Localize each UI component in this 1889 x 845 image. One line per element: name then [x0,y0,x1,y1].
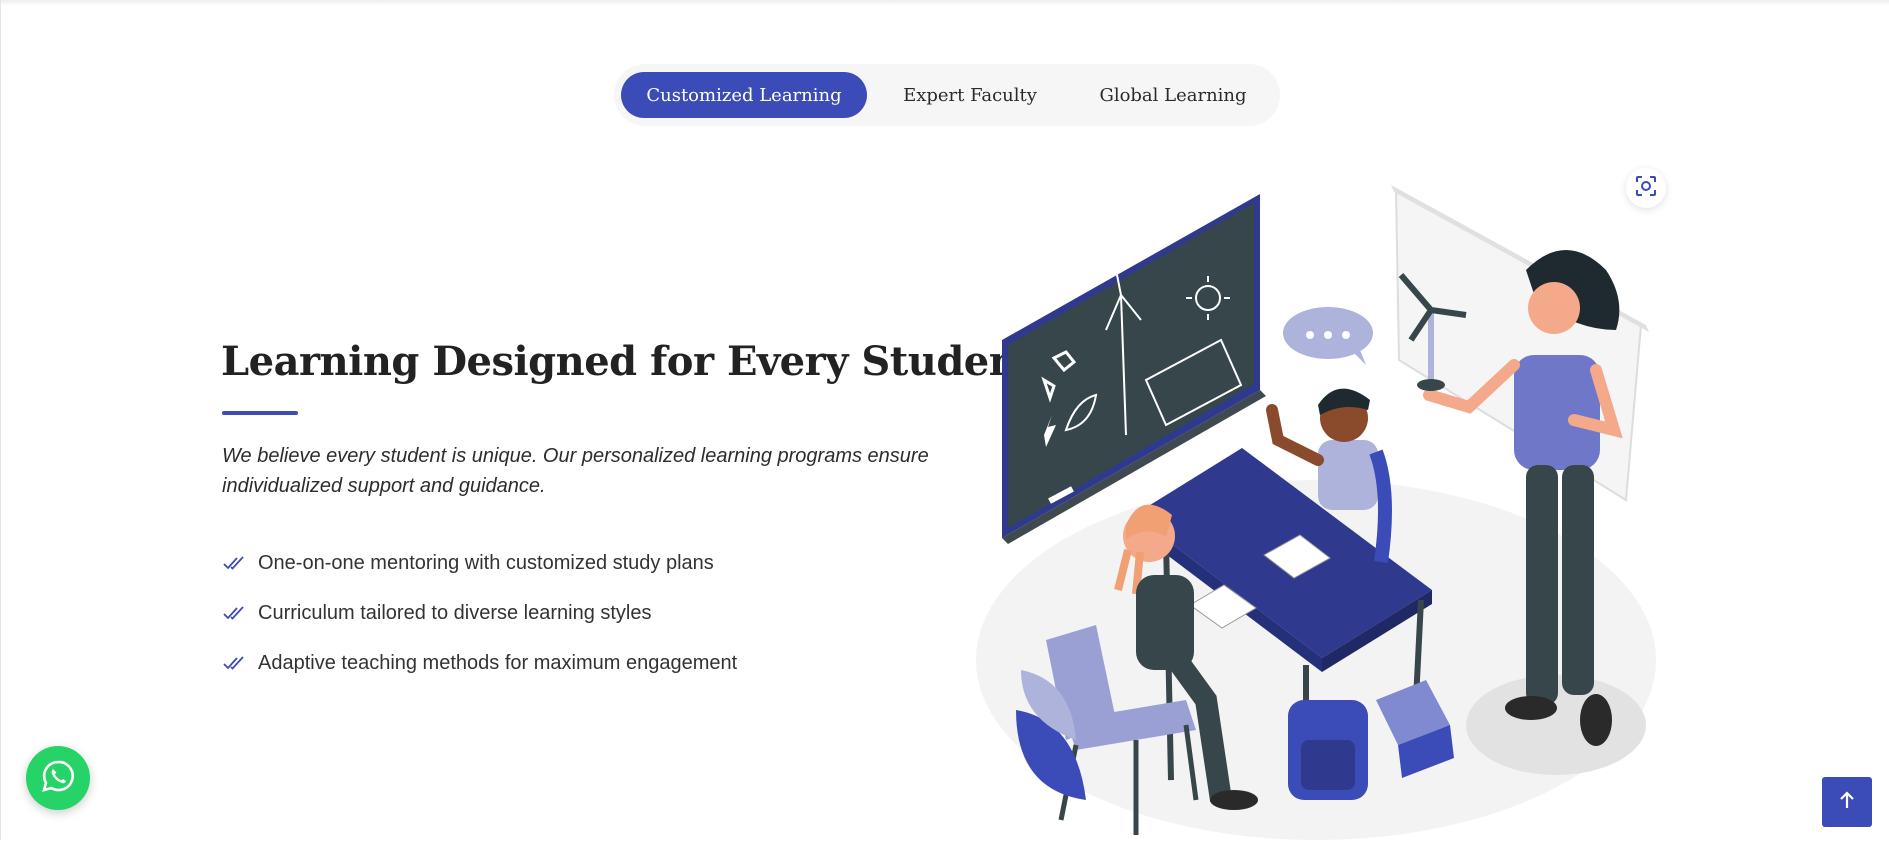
double-check-icon [222,603,248,623]
feature-text: One-on-one mentoring with customized stu… [258,551,714,574]
feature-text: Curriculum tailored to diverse learning … [258,601,652,624]
feature-item: Curriculum tailored to diverse learning … [222,588,737,638]
scroll-to-top-button[interactable] [1822,777,1872,827]
feature-tabs: Customized Learning Expert Faculty Globa… [614,64,1280,126]
title-underline [222,411,298,415]
page-edge [0,0,1,840]
double-check-icon [222,553,248,573]
tab-customized-learning[interactable]: Customized Learning [621,72,867,118]
arrow-up-icon [1838,790,1856,815]
feature-item: Adaptive teaching methods for maximum en… [222,638,737,688]
focus-expand-button[interactable] [1626,168,1666,208]
focus-expand-icon [1635,175,1657,202]
section-title: Learning Designed for Every Student [221,338,1036,385]
feature-item: One-on-one mentoring with customized stu… [222,538,737,588]
whatsapp-icon [41,759,75,798]
feature-text: Adaptive teaching methods for maximum en… [258,651,738,674]
header-shadow [0,0,1889,6]
tab-global-learning[interactable]: Global Learning [1073,72,1273,118]
tab-expert-faculty[interactable]: Expert Faculty [867,72,1073,118]
double-check-icon [222,653,248,673]
whatsapp-button[interactable] [26,746,90,810]
feature-list: One-on-one mentoring with customized stu… [222,538,737,688]
classroom-illustration [966,180,1666,840]
section-description: We believe every student is unique. Our … [222,445,929,497]
